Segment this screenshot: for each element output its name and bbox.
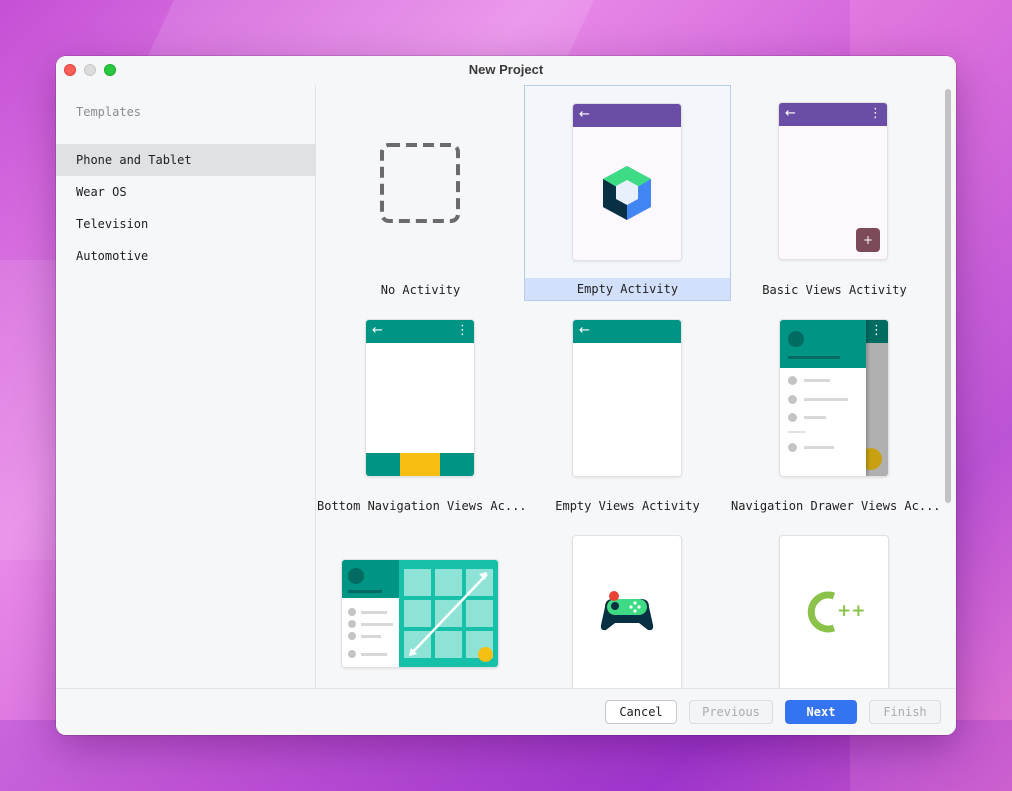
back-arrow-icon: ← [579, 107, 590, 122]
phone-preview: ← ⋮ + [779, 103, 887, 259]
back-arrow-icon: ← [372, 323, 383, 338]
template-tile-responsive-views[interactable] [317, 517, 524, 688]
sidebar-item-wear-os[interactable]: Wear OS [56, 176, 316, 208]
phone-preview [573, 536, 681, 688]
avatar [348, 568, 364, 584]
template-tile-native-cpp[interactable]: ++ [731, 517, 938, 688]
fab-icon [478, 647, 493, 662]
sidebar-item-phone-and-tablet[interactable]: Phone and Tablet [56, 144, 316, 176]
finish-button[interactable]: Finish [869, 700, 941, 724]
dialog-footer: Cancel Previous Next Finish [56, 688, 956, 735]
template-tile-navigation-drawer[interactable]: ⋮ Navigation Drawer Views Ac... [731, 301, 938, 517]
app-bar: ← [573, 104, 681, 127]
drawer-panel [780, 320, 866, 476]
new-project-dialog: New Project Templates Phone and Tablet W… [56, 56, 956, 735]
bottom-nav-bar [366, 453, 474, 476]
template-label: Navigation Drawer Views Ac... [731, 499, 938, 513]
drawer-header [780, 320, 866, 368]
phone-preview: ← ⋮ [366, 320, 474, 476]
template-tile-bottom-navigation[interactable]: ← ⋮ Bottom Navigation Views Ac... [317, 301, 524, 517]
bottom-nav-selected-item [400, 453, 440, 476]
app-bar: ← [573, 320, 681, 343]
tablet-preview [342, 560, 498, 667]
back-arrow-icon: ← [579, 323, 590, 338]
template-label: Bottom Navigation Views Ac... [317, 499, 524, 513]
template-grid: No Activity ← Empty Activity ← ⋮ + Basic… [317, 85, 956, 688]
template-label: Empty Activity [525, 278, 730, 300]
previous-button[interactable]: Previous [689, 700, 773, 724]
overflow-menu-icon: ⋮ [869, 106, 882, 121]
wallpaper-shape [146, 0, 594, 60]
compose-icon [603, 166, 651, 220]
phone-preview: ← [573, 104, 681, 260]
template-label: No Activity [380, 283, 461, 297]
cancel-button[interactable]: Cancel [605, 700, 677, 724]
overflow-menu-icon: ⋮ [870, 323, 883, 338]
template-tile-no-activity[interactable]: No Activity [317, 85, 524, 301]
template-category-sidebar: Templates Phone and Tablet Wear OS Telev… [56, 85, 316, 688]
title-bar: New Project [56, 56, 956, 85]
sidebar-item-automotive[interactable]: Automotive [56, 240, 316, 272]
window-title: New Project [468, 62, 544, 77]
next-button[interactable]: Next [785, 700, 857, 724]
svg-text:++: ++ [837, 601, 866, 621]
app-bar: ← ⋮ [779, 103, 887, 126]
template-tile-empty-views-activity[interactable]: ← Empty Views Activity [524, 301, 731, 517]
phone-preview: ++ [780, 536, 888, 688]
template-label: Empty Views Activity [555, 499, 700, 513]
template-grid-scrollbar[interactable] [945, 89, 951, 503]
game-controller-icon [600, 591, 654, 631]
phone-preview: ⋮ [780, 320, 888, 476]
sidebar-header: Templates [76, 105, 142, 119]
template-label: Basic Views Activity [762, 283, 907, 297]
avatar [788, 331, 804, 347]
overflow-menu-icon: ⋮ [456, 323, 469, 338]
template-tile-game-activity[interactable] [524, 517, 731, 688]
sidebar-item-television[interactable]: Television [56, 208, 316, 240]
phone-preview: ← [573, 320, 681, 476]
template-tile-basic-views-activity[interactable]: ← ⋮ + Basic Views Activity [731, 85, 938, 301]
wallpaper-shape [0, 260, 60, 560]
template-tile-empty-activity[interactable]: ← Empty Activity [524, 85, 731, 301]
cpp-icon: ++ [807, 591, 866, 633]
fab-plus-icon: + [856, 228, 880, 252]
app-bar: ← ⋮ [366, 320, 474, 343]
back-arrow-icon: ← [785, 106, 796, 121]
dashed-box-icon [380, 143, 460, 223]
